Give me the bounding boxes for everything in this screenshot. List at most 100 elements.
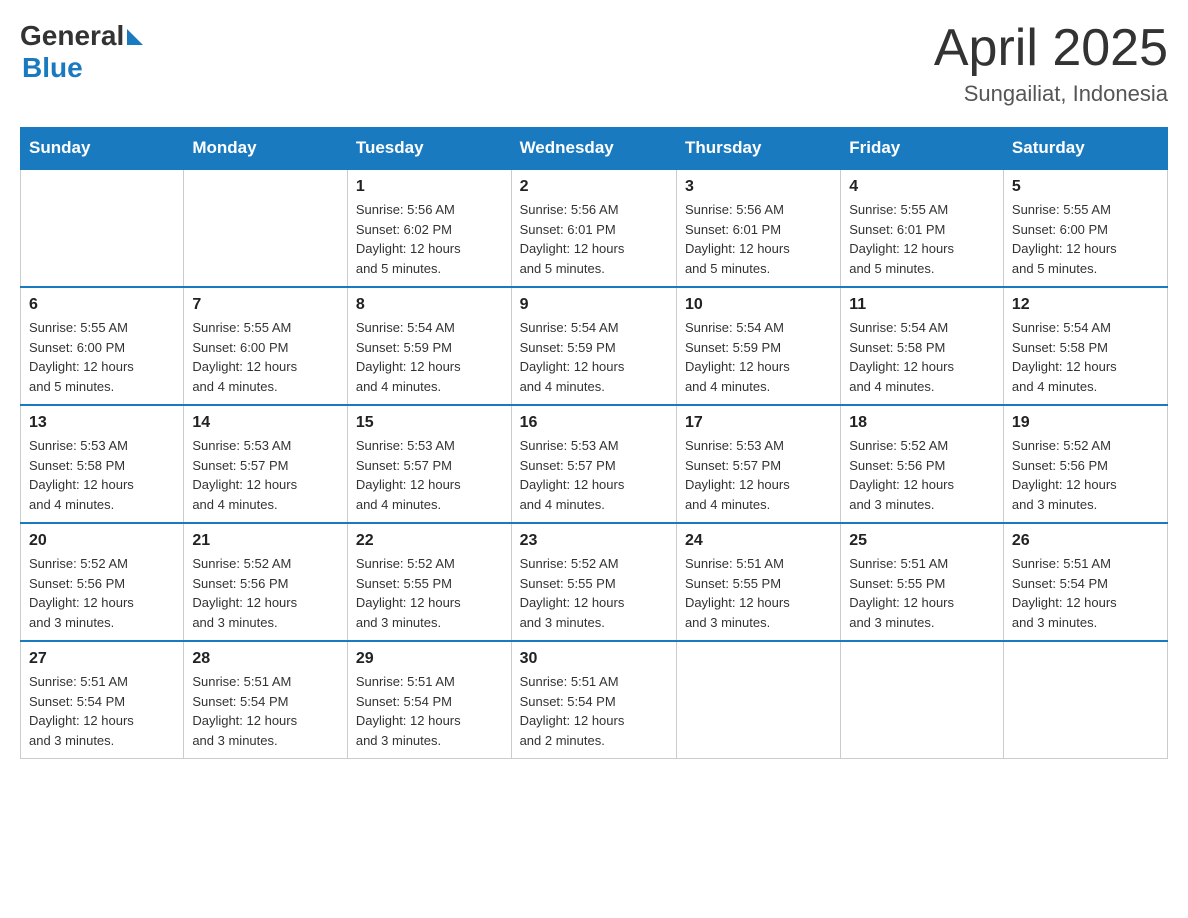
day-number: 16	[520, 414, 668, 432]
day-number: 23	[520, 532, 668, 550]
day-info: Sunrise: 5:51 AMSunset: 5:54 PMDaylight:…	[192, 672, 339, 750]
calendar-cell: 20 Sunrise: 5:52 AMSunset: 5:56 PMDayligh…	[21, 523, 184, 641]
day-info: Sunrise: 5:54 AMSunset: 5:59 PMDaylight:…	[356, 318, 503, 396]
calendar-cell: 30 Sunrise: 5:51 AMSunset: 5:54 PMDayligh…	[511, 641, 676, 759]
calendar-cell: 8 Sunrise: 5:54 AMSunset: 5:59 PMDaylight…	[347, 287, 511, 405]
day-info: Sunrise: 5:52 AMSunset: 5:56 PMDaylight:…	[1012, 436, 1159, 514]
calendar-cell: 29 Sunrise: 5:51 AMSunset: 5:54 PMDayligh…	[347, 641, 511, 759]
day-info: Sunrise: 5:53 AMSunset: 5:57 PMDaylight:…	[520, 436, 668, 514]
calendar-cell: 23 Sunrise: 5:52 AMSunset: 5:55 PMDayligh…	[511, 523, 676, 641]
day-number: 5	[1012, 178, 1159, 196]
calendar-cell: 21Sunrise: 5:52 AMSunset: 5:56 PMDayligh…	[184, 523, 348, 641]
day-info: Sunrise: 5:56 AMSunset: 6:01 PMDaylight:…	[520, 200, 668, 278]
calendar-cell: 3Sunrise: 5:56 AMSunset: 6:01 PMDaylight…	[676, 169, 840, 287]
day-info: Sunrise: 5:52 AMSunset: 5:56 PMDaylight:…	[192, 554, 339, 632]
calendar-week-2: 6 Sunrise: 5:55 AMSunset: 6:00 PMDaylight…	[21, 287, 1168, 405]
calendar-cell: 1Sunrise: 5:56 AMSunset: 6:02 PMDaylight…	[347, 169, 511, 287]
day-number: 3	[685, 178, 832, 196]
header-monday: Monday	[184, 128, 348, 170]
day-number: 20	[29, 532, 175, 550]
day-info: Sunrise: 5:56 AMSunset: 6:02 PMDaylight:…	[356, 200, 503, 278]
calendar-cell: 6 Sunrise: 5:55 AMSunset: 6:00 PMDaylight…	[21, 287, 184, 405]
day-number: 25	[849, 532, 995, 550]
logo-blue-text: Blue	[22, 52, 83, 84]
day-info: Sunrise: 5:51 AMSunset: 5:54 PMDaylight:…	[356, 672, 503, 750]
calendar-cell: 25 Sunrise: 5:51 AMSunset: 5:55 PMDayligh…	[841, 523, 1004, 641]
calendar-cell: 26 Sunrise: 5:51 AMSunset: 5:54 PMDayligh…	[1003, 523, 1167, 641]
day-info: Sunrise: 5:53 AMSunset: 5:58 PMDaylight:…	[29, 436, 175, 514]
calendar-cell: 24 Sunrise: 5:51 AMSunset: 5:55 PMDayligh…	[676, 523, 840, 641]
day-info: Sunrise: 5:54 AMSunset: 5:58 PMDaylight:…	[1012, 318, 1159, 396]
calendar-cell: 7 Sunrise: 5:55 AMSunset: 6:00 PMDaylight…	[184, 287, 348, 405]
day-number: 7	[192, 296, 339, 314]
day-info: Sunrise: 5:51 AMSunset: 5:54 PMDaylight:…	[29, 672, 175, 750]
day-info: Sunrise: 5:51 AMSunset: 5:55 PMDaylight:…	[849, 554, 995, 632]
day-info: Sunrise: 5:53 AMSunset: 5:57 PMDaylight:…	[192, 436, 339, 514]
calendar-title: April 2025	[934, 20, 1168, 77]
day-number: 11	[849, 296, 995, 314]
day-info: Sunrise: 5:55 AMSunset: 6:01 PMDaylight:…	[849, 200, 995, 278]
calendar-week-4: 20 Sunrise: 5:52 AMSunset: 5:56 PMDayligh…	[21, 523, 1168, 641]
day-number: 9	[520, 296, 668, 314]
calendar-cell: 10 Sunrise: 5:54 AMSunset: 5:59 PMDayligh…	[676, 287, 840, 405]
day-info: Sunrise: 5:53 AMSunset: 5:57 PMDaylight:…	[356, 436, 503, 514]
day-number: 30	[520, 650, 668, 668]
day-number: 29	[356, 650, 503, 668]
calendar-cell: 16 Sunrise: 5:53 AMSunset: 5:57 PMDayligh…	[511, 405, 676, 523]
day-info: Sunrise: 5:52 AMSunset: 5:56 PMDaylight:…	[849, 436, 995, 514]
calendar-cell: 5 Sunrise: 5:55 AMSunset: 6:00 PMDaylight…	[1003, 169, 1167, 287]
day-info: Sunrise: 5:51 AMSunset: 5:54 PMDaylight:…	[1012, 554, 1159, 632]
day-info: Sunrise: 5:55 AMSunset: 6:00 PMDaylight:…	[192, 318, 339, 396]
day-number: 24	[685, 532, 832, 550]
day-number: 22	[356, 532, 503, 550]
day-info: Sunrise: 5:55 AMSunset: 6:00 PMDaylight:…	[29, 318, 175, 396]
day-number: 15	[356, 414, 503, 432]
calendar-subtitle: Sungailiat, Indonesia	[934, 81, 1168, 107]
calendar-table: SundayMondayTuesdayWednesdayThursdayFrid…	[20, 127, 1168, 759]
day-number: 26	[1012, 532, 1159, 550]
logo-arrow-icon	[127, 29, 143, 45]
calendar-cell: 13 Sunrise: 5:53 AMSunset: 5:58 PMDayligh…	[21, 405, 184, 523]
day-info: Sunrise: 5:53 AMSunset: 5:57 PMDaylight:…	[685, 436, 832, 514]
day-info: Sunrise: 5:52 AMSunset: 5:55 PMDaylight:…	[356, 554, 503, 632]
logo-general-text: General	[20, 20, 124, 52]
day-number: 13	[29, 414, 175, 432]
day-info: Sunrise: 5:51 AMSunset: 5:55 PMDaylight:…	[685, 554, 832, 632]
day-number: 10	[685, 296, 832, 314]
calendar-cell: 19 Sunrise: 5:52 AMSunset: 5:56 PMDayligh…	[1003, 405, 1167, 523]
calendar-cell: 18 Sunrise: 5:52 AMSunset: 5:56 PMDayligh…	[841, 405, 1004, 523]
header-saturday: Saturday	[1003, 128, 1167, 170]
day-info: Sunrise: 5:52 AMSunset: 5:55 PMDaylight:…	[520, 554, 668, 632]
calendar-week-3: 13 Sunrise: 5:53 AMSunset: 5:58 PMDayligh…	[21, 405, 1168, 523]
day-number: 14	[192, 414, 339, 432]
calendar-cell: 15 Sunrise: 5:53 AMSunset: 5:57 PMDayligh…	[347, 405, 511, 523]
calendar-cell: 4 Sunrise: 5:55 AMSunset: 6:01 PMDaylight…	[841, 169, 1004, 287]
day-info: Sunrise: 5:55 AMSunset: 6:00 PMDaylight:…	[1012, 200, 1159, 278]
day-number: 19	[1012, 414, 1159, 432]
day-number: 8	[356, 296, 503, 314]
calendar-cell: 14 Sunrise: 5:53 AMSunset: 5:57 PMDayligh…	[184, 405, 348, 523]
calendar-cell: 28 Sunrise: 5:51 AMSunset: 5:54 PMDayligh…	[184, 641, 348, 759]
calendar-cell	[21, 169, 184, 287]
calendar-cell: 9 Sunrise: 5:54 AMSunset: 5:59 PMDaylight…	[511, 287, 676, 405]
day-info: Sunrise: 5:52 AMSunset: 5:56 PMDaylight:…	[29, 554, 175, 632]
header-tuesday: Tuesday	[347, 128, 511, 170]
header-friday: Friday	[841, 128, 1004, 170]
day-number: 2	[520, 178, 668, 196]
page-header: General Blue April 2025 Sungailiat, Indo…	[20, 20, 1168, 107]
day-number: 18	[849, 414, 995, 432]
day-info: Sunrise: 5:54 AMSunset: 5:59 PMDaylight:…	[520, 318, 668, 396]
logo: General Blue	[20, 20, 143, 84]
calendar-cell	[1003, 641, 1167, 759]
day-number: 12	[1012, 296, 1159, 314]
day-info: Sunrise: 5:54 AMSunset: 5:59 PMDaylight:…	[685, 318, 832, 396]
day-number: 17	[685, 414, 832, 432]
day-number: 4	[849, 178, 995, 196]
header-sunday: Sunday	[21, 128, 184, 170]
day-info: Sunrise: 5:54 AMSunset: 5:58 PMDaylight:…	[849, 318, 995, 396]
day-info: Sunrise: 5:51 AMSunset: 5:54 PMDaylight:…	[520, 672, 668, 750]
header-wednesday: Wednesday	[511, 128, 676, 170]
header-thursday: Thursday	[676, 128, 840, 170]
day-number: 28	[192, 650, 339, 668]
day-number: 6	[29, 296, 175, 314]
